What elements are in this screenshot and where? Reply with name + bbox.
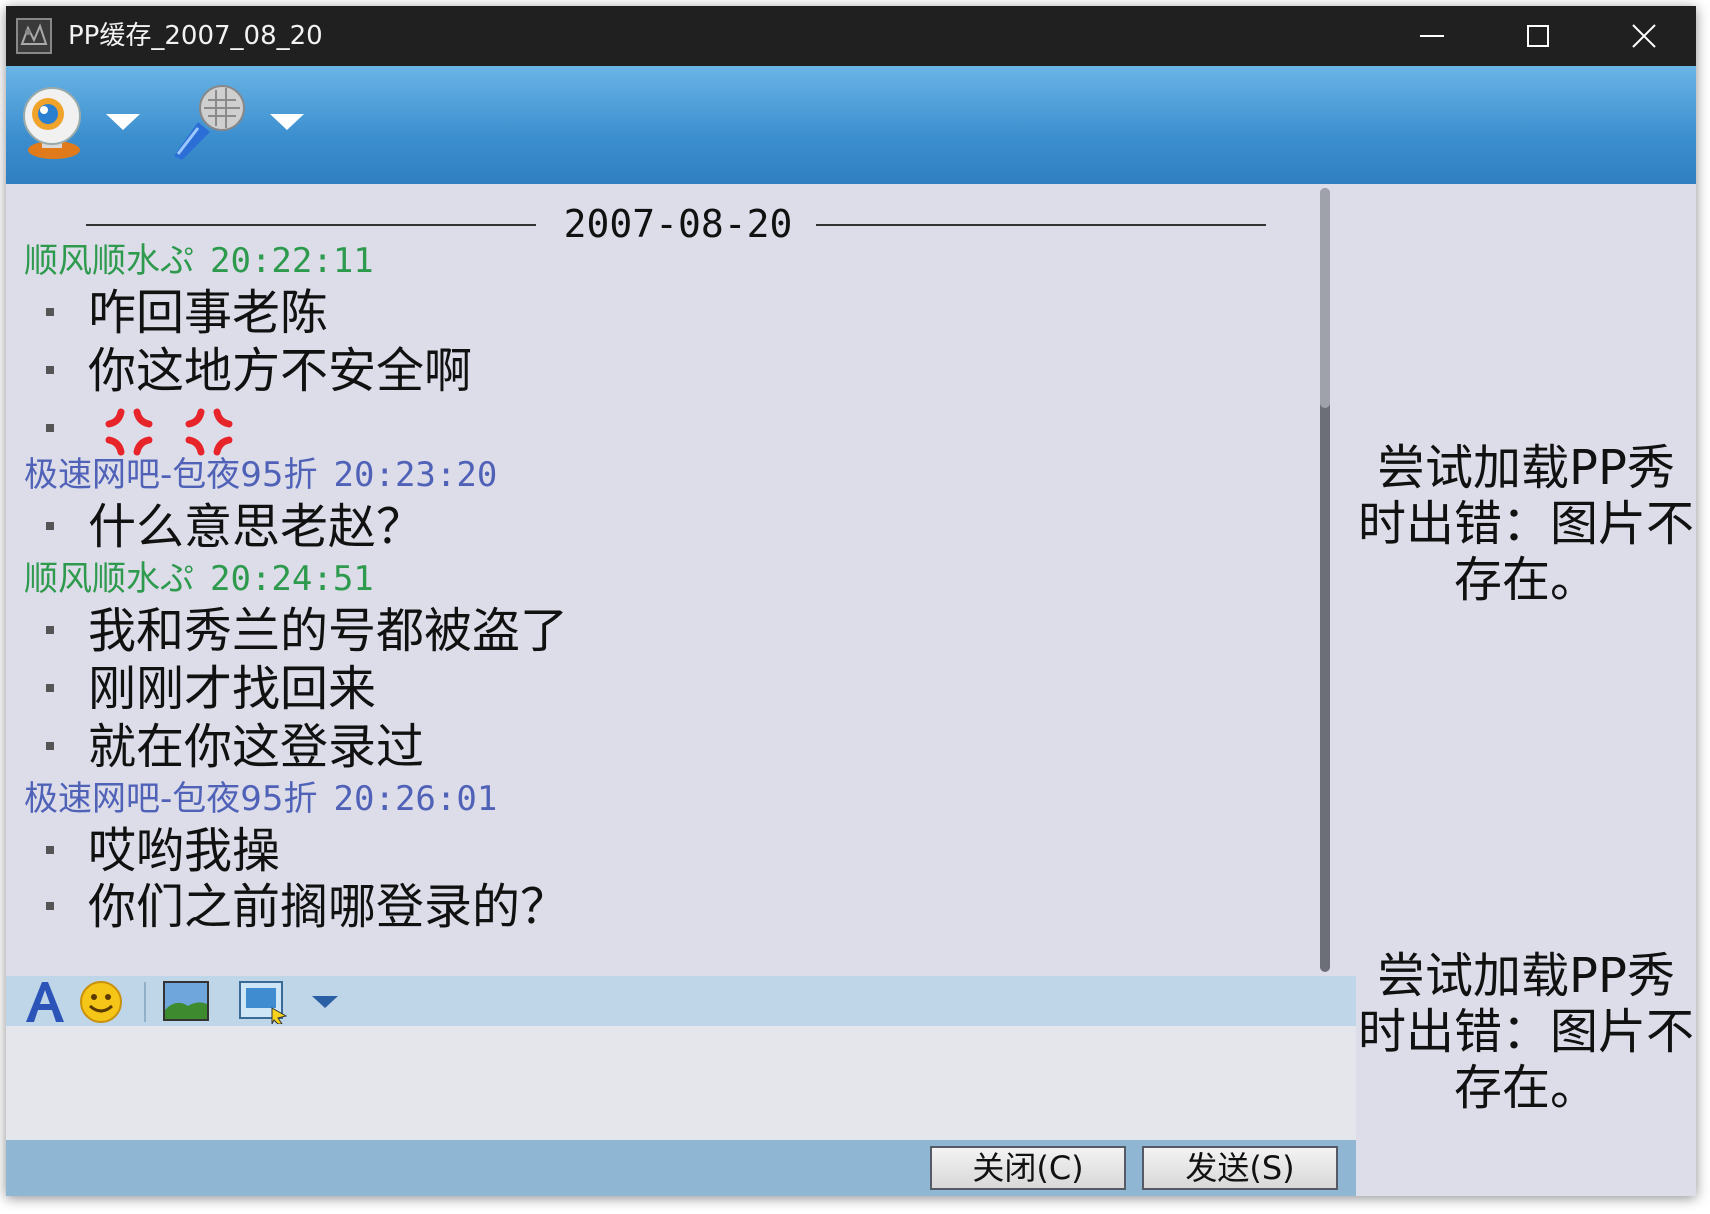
maximize-button[interactable] (1484, 6, 1592, 66)
webcam-icon[interactable] (18, 84, 88, 162)
webcam-dropdown-icon[interactable] (106, 112, 140, 132)
angry-vein-icon (105, 408, 153, 456)
message-line: 刚刚才找回来 (46, 660, 376, 718)
bullet (46, 626, 54, 634)
message-line: 你这地方不安全啊 (46, 342, 472, 400)
message-text: 咋回事老陈 (88, 285, 329, 341)
sender-name: 极速网吧-包夜95折 (24, 455, 318, 495)
message-time: 20:24:51 (210, 559, 374, 599)
message-line: 你们之前搁哪登录的？ (46, 878, 568, 936)
message-line: 我和秀兰的号都被盗了 (46, 602, 568, 660)
microphone-dropdown-icon[interactable] (270, 112, 304, 132)
message-input[interactable] (6, 1026, 1356, 1140)
title-bar[interactable]: PP缓存_2007_08_20 (6, 6, 1696, 66)
sender-name: 顺风顺水ぷ (24, 559, 194, 599)
angry-vein-icon (185, 408, 233, 456)
message-text: 就在你这登录过 (88, 719, 425, 775)
pp-show-error-bottom: 尝试加载PP秀时出错：图片不存在。 (1357, 948, 1694, 1116)
send-button[interactable]: 发送(S) (1142, 1146, 1338, 1190)
bullet (46, 902, 54, 910)
window-close-button[interactable] (1590, 6, 1696, 66)
format-separator (144, 982, 146, 1022)
scroll-thumb[interactable] (1320, 188, 1330, 408)
message-line: 就在你这登录过 (46, 718, 424, 776)
message-line: 什么意思老赵？ (46, 498, 424, 556)
screenshot-icon[interactable] (238, 980, 288, 1024)
message-line (46, 400, 235, 458)
bullet (46, 742, 54, 750)
app-icon (16, 18, 52, 54)
close-chat-button[interactable]: 关闭(C) (930, 1146, 1126, 1190)
font-icon[interactable] (22, 976, 66, 1026)
chat-window: PP缓存_2007_08_20 2007-08-20 顺风顺水ぷ 20:22:1… (6, 6, 1696, 1196)
message-text: 你们之前搁哪登录的？ (88, 879, 569, 935)
message-header: 极速网吧-包夜95折 20:23:20 (24, 454, 497, 496)
chat-scrollbar[interactable] (1318, 184, 1332, 976)
microphone-icon[interactable] (168, 82, 248, 162)
bullet (46, 308, 54, 316)
date-line-left (86, 224, 536, 226)
date-label: 2007-08-20 (563, 202, 793, 246)
message-time: 20:26:01 (333, 779, 498, 819)
bullet (46, 846, 54, 854)
smiley-icon[interactable] (76, 980, 126, 1024)
maximize-icon (1527, 25, 1549, 47)
message-header: 顺风顺水ぷ 20:24:51 (24, 558, 374, 600)
screenshot-dropdown-icon[interactable] (312, 994, 338, 1010)
message-text: 什么意思老赵？ (88, 499, 425, 555)
format-bar (6, 976, 1356, 1026)
minimize-icon (1420, 35, 1444, 37)
message-text: 我和秀兰的号都被盗了 (88, 603, 569, 659)
bullet (46, 424, 54, 432)
message-line: 咋回事老陈 (46, 284, 328, 342)
message-time: 20:22:11 (210, 241, 374, 281)
sender-name: 极速网吧-包夜95折 (24, 779, 318, 819)
message-text: 刚刚才找回来 (88, 661, 377, 717)
toolbar (6, 66, 1696, 184)
pp-show-error-top: 尝试加载PP秀时出错：图片不存在。 (1357, 440, 1694, 608)
message-header: 顺风顺水ぷ 20:22:11 (24, 240, 374, 282)
bullet (46, 684, 54, 692)
message-text: 哎哟我操 (88, 823, 281, 879)
bottom-bar: 关闭(C) 发送(S) (6, 1140, 1356, 1196)
message-line: 哎哟我操 (46, 822, 280, 880)
image-icon[interactable] (162, 980, 210, 1022)
message-header: 极速网吧-包夜95折 20:26:01 (24, 778, 497, 820)
message-text: 你这地方不安全啊 (88, 343, 473, 399)
chat-history[interactable]: 2007-08-20 顺风顺水ぷ 20:22:11 咋回事老陈 你这地方不安全啊 (6, 184, 1316, 976)
date-line-right (816, 224, 1266, 226)
window-title: PP缓存_2007_08_20 (68, 21, 323, 51)
pp-show-panel: 尝试加载PP秀时出错：图片不存在。 尝试加载PP秀时出错：图片不存在。 (1356, 184, 1696, 1196)
bullet (46, 522, 54, 530)
minimize-button[interactable] (1378, 6, 1486, 66)
sender-name: 顺风顺水ぷ (24, 241, 194, 281)
message-time: 20:23:20 (333, 455, 498, 495)
bullet (46, 366, 54, 374)
close-icon (1632, 24, 1656, 48)
